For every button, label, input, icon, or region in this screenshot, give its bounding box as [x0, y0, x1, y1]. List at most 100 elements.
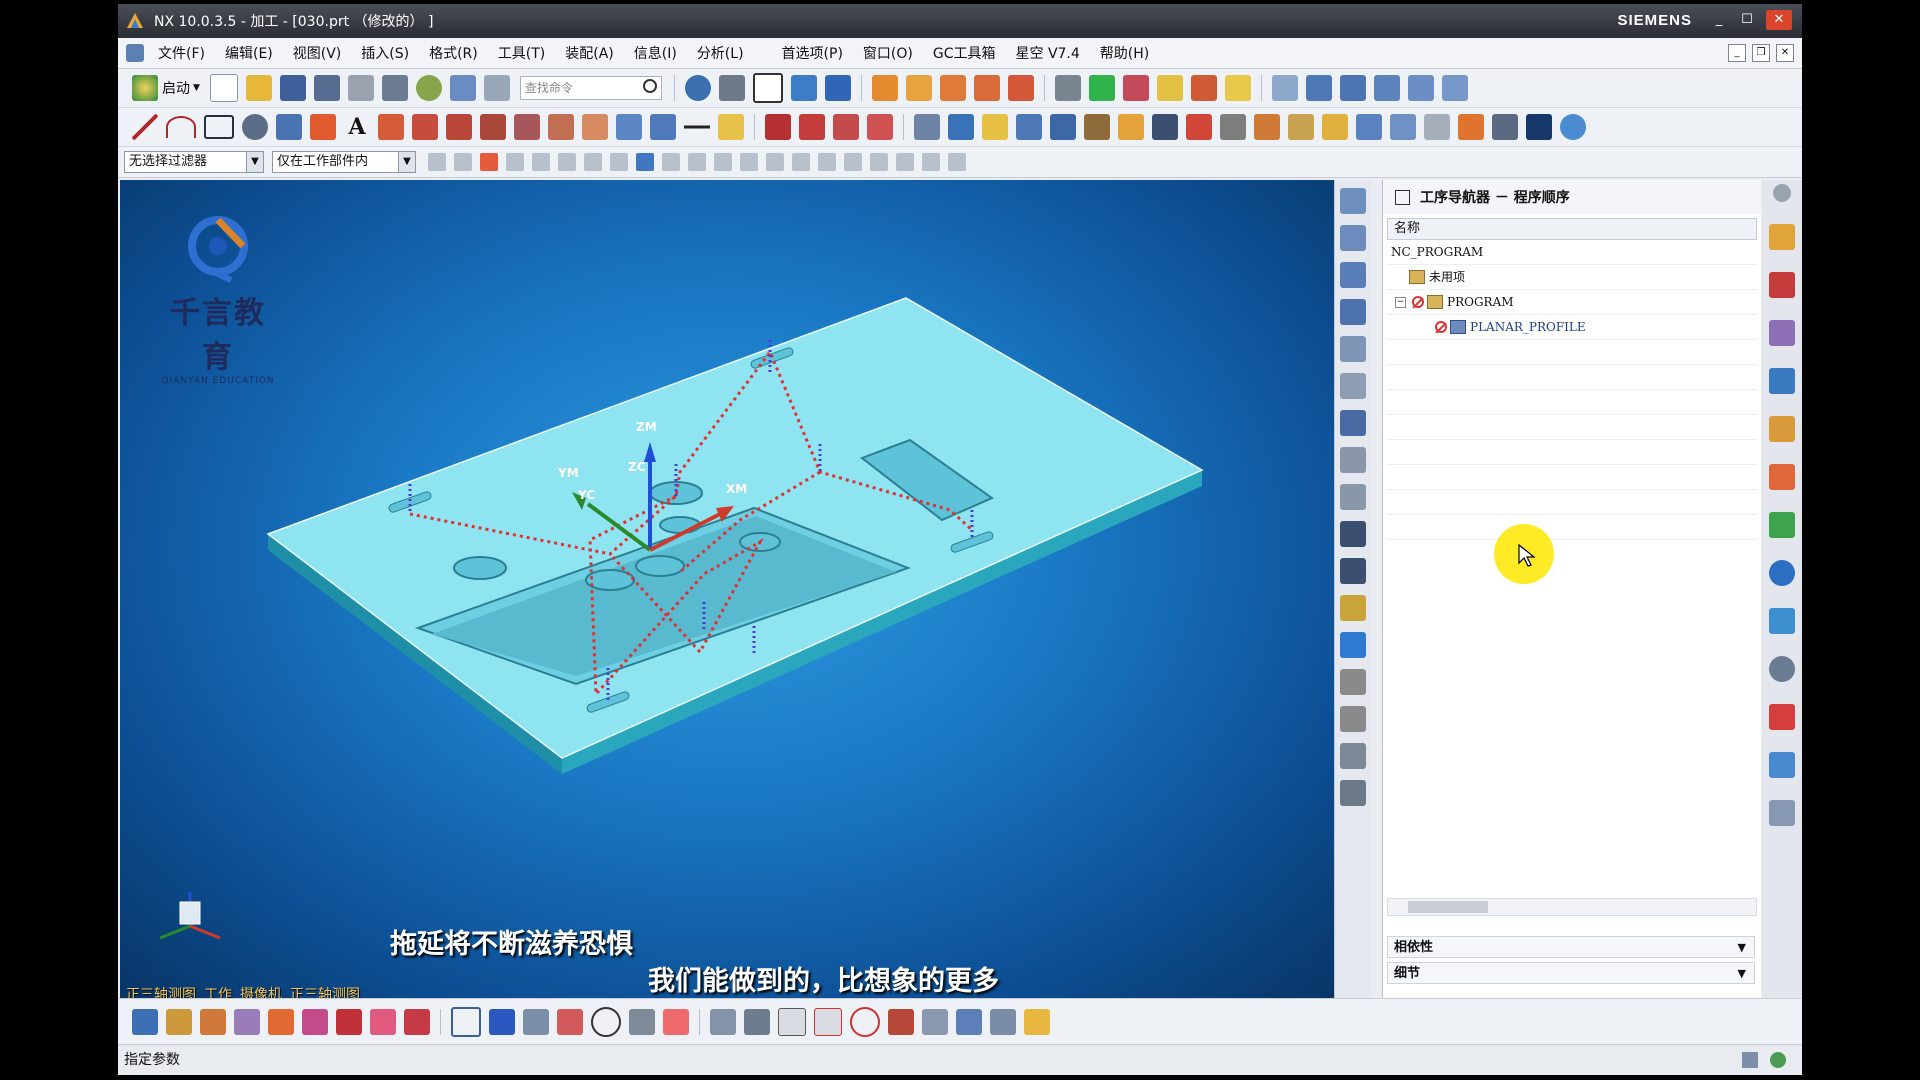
- process-studio-icon[interactable]: [1769, 752, 1795, 778]
- line-icon[interactable]: [132, 114, 158, 140]
- menu-assembly[interactable]: 装配(A): [555, 43, 624, 63]
- blue-u-icon[interactable]: [489, 1009, 515, 1035]
- snap-curve-icon[interactable]: [896, 153, 914, 171]
- snap-end-icon[interactable]: [662, 153, 680, 171]
- join-curve-icon[interactable]: [548, 114, 574, 140]
- sphere-icon[interactable]: [415, 75, 442, 101]
- history-icon[interactable]: [1769, 608, 1795, 634]
- blank-icon[interactable]: [1118, 114, 1144, 140]
- disabled-icon[interactable]: [663, 1009, 689, 1035]
- rectangle-icon[interactable]: [204, 115, 234, 139]
- collapse-icon[interactable]: −: [1395, 296, 1406, 308]
- filter-icon[interactable]: [982, 114, 1008, 140]
- fillet-icon[interactable]: [833, 114, 859, 140]
- column-header-name[interactable]: 名称: [1387, 218, 1757, 240]
- menu-xingkong[interactable]: 星空 V7.4: [1006, 43, 1090, 63]
- menu-help[interactable]: 帮助(H): [1090, 43, 1159, 63]
- snap-line-icon[interactable]: [714, 153, 732, 171]
- restore-panel-icon[interactable]: [1395, 189, 1410, 205]
- trim-corner-icon[interactable]: [765, 114, 791, 140]
- mdi-close-button[interactable]: ✕: [1776, 44, 1794, 62]
- tag-icon[interactable]: [1156, 75, 1183, 101]
- bridge-curve-icon[interactable]: [514, 114, 540, 140]
- orient-view-icon[interactable]: [790, 75, 817, 101]
- horizontal-scrollbar[interactable]: [1387, 898, 1757, 916]
- nav-collapse-icon[interactable]: [1441, 75, 1468, 101]
- role-icon[interactable]: [1769, 800, 1795, 826]
- level-icon[interactable]: [956, 1009, 982, 1035]
- mill-orient-icon[interactable]: [914, 114, 940, 140]
- machine-sim-icon[interactable]: [1340, 669, 1366, 695]
- nav-expand-icon[interactable]: [1407, 75, 1434, 101]
- cam-create-program-icon[interactable]: [871, 75, 898, 101]
- snap-mid-icon[interactable]: [688, 153, 706, 171]
- arc-icon[interactable]: [166, 116, 196, 138]
- text-icon[interactable]: A: [344, 114, 370, 140]
- path-list-icon[interactable]: [744, 1009, 770, 1035]
- minimize-button[interactable]: _: [1708, 10, 1730, 30]
- tree-row-nc-program[interactable]: NC_PROGRAM: [1387, 240, 1757, 265]
- menu-edit[interactable]: 编辑(E): [215, 43, 283, 63]
- snap-face-icon[interactable]: [922, 153, 940, 171]
- snap-view-icon[interactable]: [684, 75, 711, 101]
- menu-gc-toolkit[interactable]: GC工具箱: [923, 43, 1006, 63]
- ruler-icon[interactable]: [814, 1008, 842, 1036]
- operation-navigator-tab-icon[interactable]: [1769, 368, 1795, 394]
- spline-icon[interactable]: [276, 114, 302, 140]
- generate-toolpath-icon[interactable]: [1340, 188, 1366, 214]
- transform-icon[interactable]: [483, 75, 510, 101]
- edit-object-icon[interactable]: [449, 75, 476, 101]
- highlight-icon[interactable]: [718, 114, 744, 140]
- delete-toolpath-icon[interactable]: [1340, 447, 1366, 473]
- point-icon[interactable]: [310, 114, 336, 140]
- constraint-navigator-icon[interactable]: [1769, 272, 1795, 298]
- tool-icon[interactable]: [1016, 114, 1042, 140]
- snap-tangent-icon[interactable]: [766, 153, 784, 171]
- graphics-viewport[interactable]: 千言教育 QIANYAN EDUCATION ZM ZC YM YC XM 拖延…: [120, 180, 1334, 998]
- refresh-icon[interactable]: [1224, 75, 1251, 101]
- snap-icon[interactable]: [454, 153, 472, 171]
- tree-row-unused[interactable]: 未用项: [1387, 265, 1757, 290]
- clock-icon[interactable]: [1560, 114, 1586, 140]
- gouge-check-icon[interactable]: [1340, 780, 1366, 806]
- cut-region-icon[interactable]: [1340, 743, 1366, 769]
- feature-icon[interactable]: [302, 1009, 328, 1035]
- polygon-icon[interactable]: [378, 114, 404, 140]
- chart-icon[interactable]: [1186, 114, 1212, 140]
- select-body-icon[interactable]: [610, 153, 628, 171]
- snap-plus-icon[interactable]: [870, 153, 888, 171]
- process-feature-icon[interactable]: [370, 1009, 396, 1035]
- simulate-icon[interactable]: [1340, 299, 1366, 325]
- select-box-icon[interactable]: [584, 153, 602, 171]
- red-cube-icon[interactable]: [336, 1009, 362, 1035]
- clock-history-icon[interactable]: [1769, 656, 1795, 682]
- postprocess-vertical-icon[interactable]: [1340, 595, 1366, 621]
- delete-icon[interactable]: [1122, 75, 1149, 101]
- edit-toolpath-icon[interactable]: [1340, 373, 1366, 399]
- create-operation-icon[interactable]: [268, 1009, 294, 1035]
- select-center-icon[interactable]: [558, 153, 576, 171]
- menu-format[interactable]: 格式(R): [419, 43, 488, 63]
- feed-icon[interactable]: [1322, 114, 1348, 140]
- report-icon[interactable]: [404, 1009, 430, 1035]
- monitor-icon[interactable]: [1526, 114, 1552, 140]
- snap-quadrant-icon[interactable]: [844, 153, 862, 171]
- chamfer-icon[interactable]: [867, 114, 893, 140]
- ref-tool-icon[interactable]: [1050, 114, 1076, 140]
- ship-doc-icon[interactable]: [1340, 521, 1366, 547]
- postprocess-icon[interactable]: [1220, 114, 1246, 140]
- curve-icon[interactable]: [684, 114, 710, 140]
- printer-icon[interactable]: [1424, 114, 1450, 140]
- close-button[interactable]: ✕: [1766, 10, 1792, 30]
- intersect-curve-icon[interactable]: [480, 114, 506, 140]
- create-program-icon[interactable]: [132, 1009, 158, 1035]
- select-solid-icon[interactable]: [636, 153, 654, 171]
- verify-icon[interactable]: [1152, 114, 1178, 140]
- offset-curve-icon[interactable]: [412, 114, 438, 140]
- extract-curve-icon[interactable]: [582, 114, 608, 140]
- search-icon[interactable]: [642, 79, 657, 93]
- confirm-toolpath-icon[interactable]: [1340, 262, 1366, 288]
- open-folder-icon[interactable]: [245, 75, 272, 101]
- menu-file[interactable]: 文件(F): [148, 43, 215, 63]
- boundary-icon[interactable]: [922, 1009, 948, 1035]
